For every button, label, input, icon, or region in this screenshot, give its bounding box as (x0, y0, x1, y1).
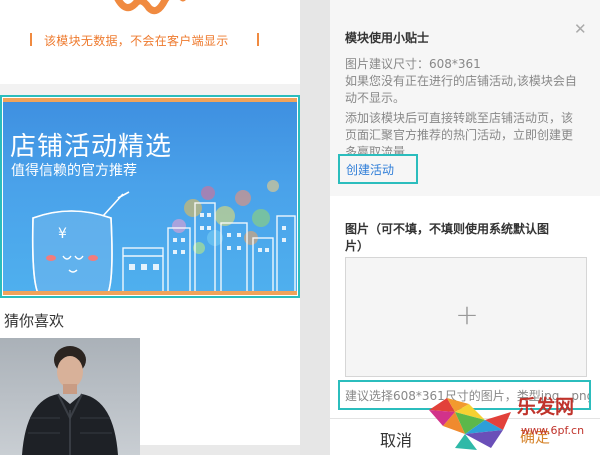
close-icon: ✕ (574, 20, 587, 38)
tips-title: 模块使用小贴士 (345, 31, 430, 45)
notice-bar-right (257, 33, 259, 46)
banner-module-selected[interactable]: ¥ 店铺活动精选 值得信赖的官方推荐 (0, 95, 300, 298)
no-data-notice: 该模块无数据，不会在客户端显示 (0, 30, 300, 50)
image-upload-area[interactable]: + (345, 257, 587, 377)
module-settings-panel: 模块使用小贴士 ✕ 图片建议尺寸：608*361 如果您没有正在进行的店铺活动,… (330, 0, 600, 455)
tips-line: 图片建议尺寸：608*361 (345, 57, 481, 71)
product-model-illustration (22, 346, 118, 455)
bull-logo-icon (429, 398, 511, 450)
image-field-label-cont: 片） (345, 239, 370, 253)
brand-logo-fragment (114, 0, 186, 15)
phone-preview: 该模块无数据，不会在客户端显示 ¥ 店铺活动精选 值得信赖的官方推荐 猜你喜欢 (0, 0, 300, 455)
banner-title: 店铺活动精选 (10, 132, 173, 162)
create-activity-link[interactable]: 创建活动 (346, 161, 394, 178)
site-watermark: 乐发网 www.6pf.cn (425, 390, 600, 455)
tips-close-button[interactable]: ✕ (574, 20, 587, 38)
tips-line: 页面汇聚官方推荐的热门活动，立即创建更 (345, 128, 574, 142)
guess-you-like-title: 猜你喜欢 (4, 312, 65, 330)
svg-text:¥: ¥ (58, 226, 67, 242)
tips-line: 如果您没有正在进行的店铺活动,该模块会自 (345, 74, 577, 88)
no-data-text: 该模块无数据，不会在客户端显示 (44, 34, 229, 48)
product-image[interactable] (0, 338, 140, 455)
create-activity-highlight: 创建活动 (338, 154, 418, 184)
tips-line: 添加该模块后可直接转跳至店铺活动页，该 (345, 111, 574, 125)
image-field-label: 图片（可不填，不填则使用系统默认图 (345, 222, 550, 236)
tips-box: 模块使用小贴士 ✕ 图片建议尺寸：608*361 如果您没有正在进行的店铺活动,… (330, 0, 600, 196)
notice-bar-left (30, 33, 32, 46)
tips-line: 动不显示。 (345, 91, 406, 105)
banner-subtitle: 值得信赖的官方推荐 (11, 163, 137, 179)
watermark-text: 乐发网 (517, 396, 575, 418)
banner-bottom-stripe (3, 291, 297, 295)
workspace-gutter (300, 0, 330, 455)
shop-activity-banner: ¥ 店铺活动精选 值得信赖的官方推荐 (3, 98, 297, 295)
preview-bottom-strip (140, 445, 300, 455)
watermark-url: www.6pf.cn (521, 424, 585, 437)
plus-icon: + (455, 298, 479, 331)
cancel-button[interactable]: 取消 (380, 427, 412, 451)
